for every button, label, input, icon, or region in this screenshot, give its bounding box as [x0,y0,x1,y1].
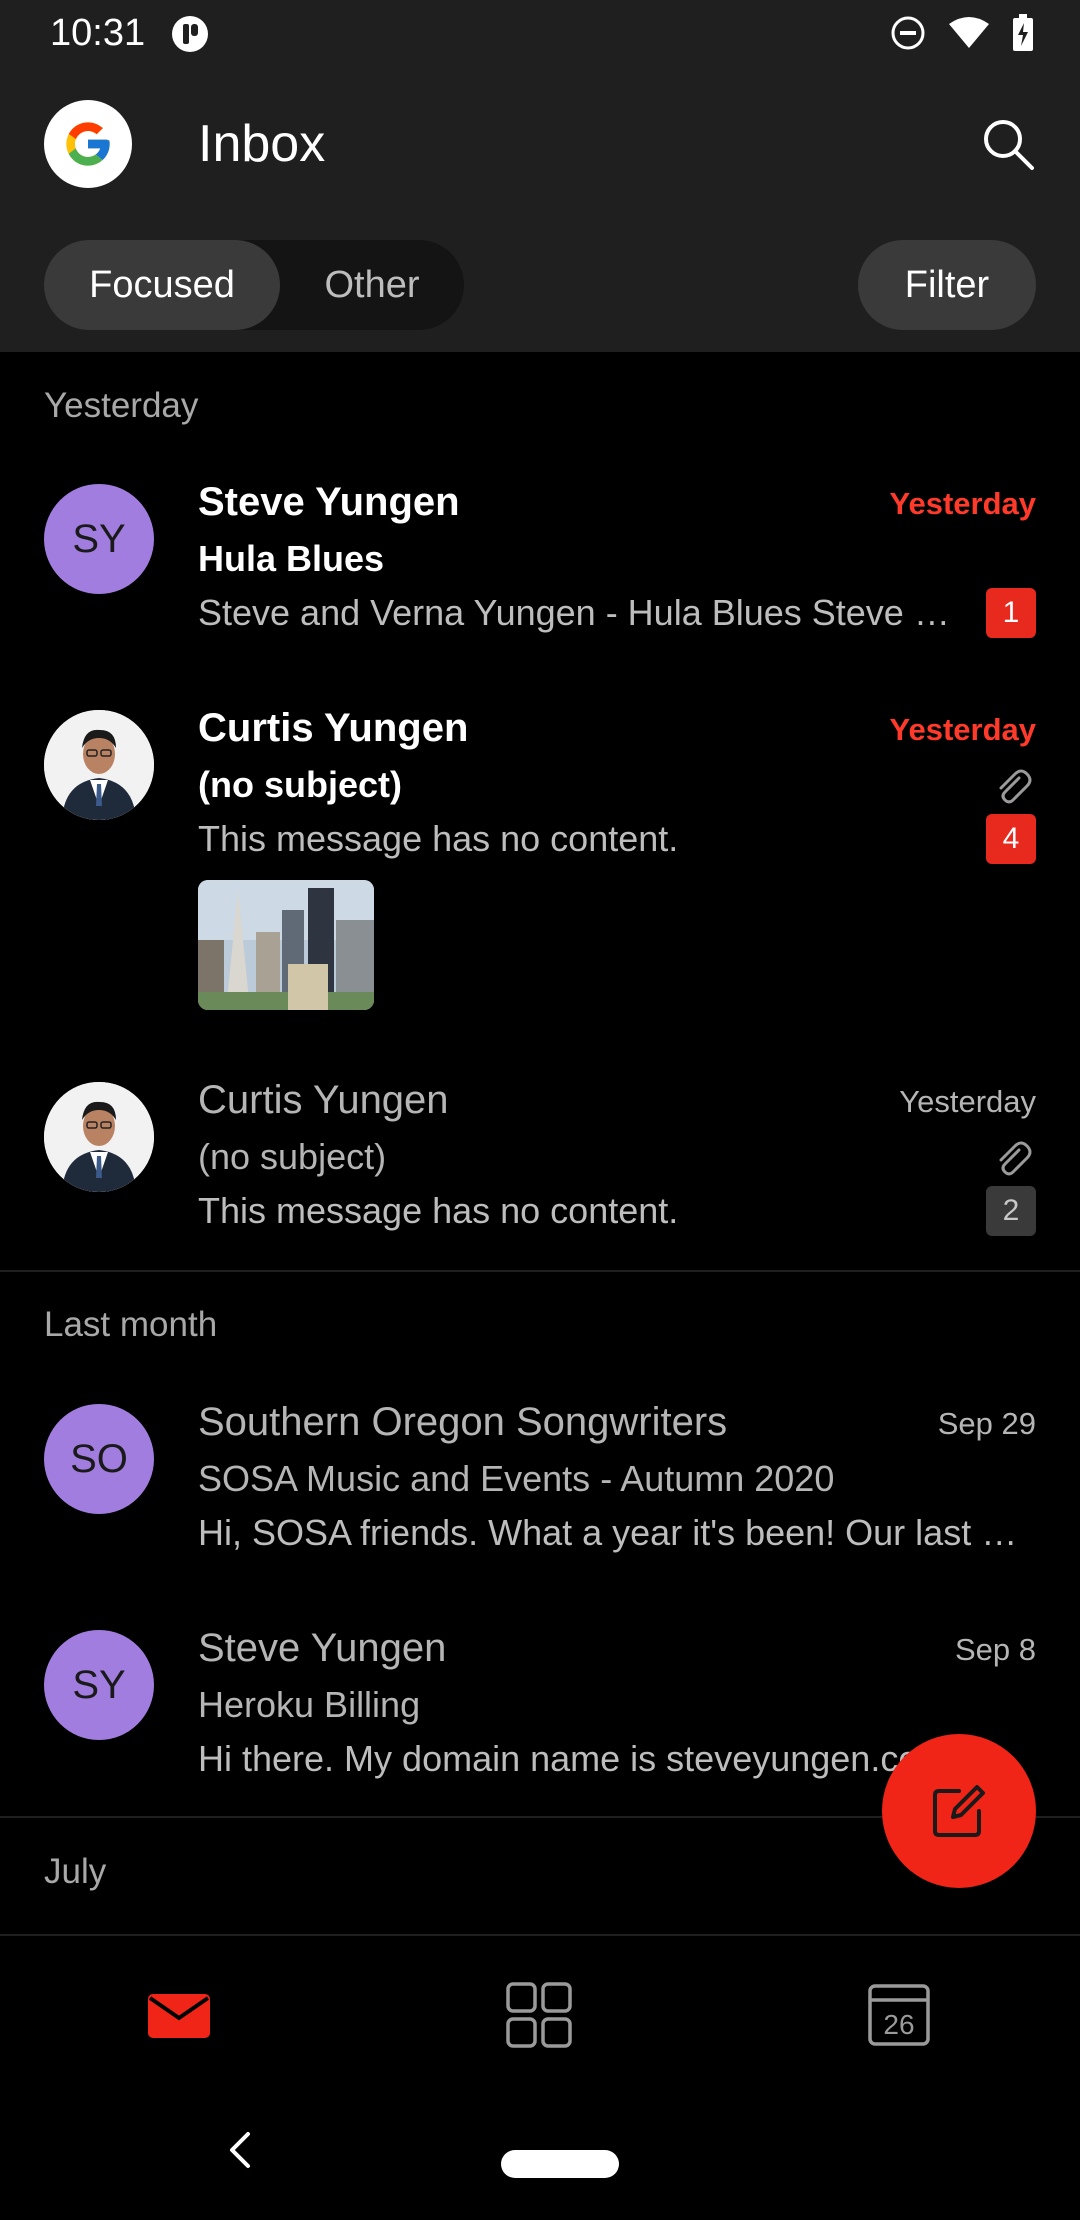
avatar: SY [44,1630,154,1740]
email-sender: Southern Oregon Songwriters [198,1400,728,1444]
tab-focused[interactable]: Focused [44,240,280,330]
section-divider [0,1270,1080,1272]
section-header-yesterday: Yesterday [44,386,199,425]
system-navigation-bar [0,2084,1080,2220]
account-button[interactable] [44,100,132,188]
dnd-icon [891,16,925,50]
calendar-day: 26 [883,2009,914,2040]
attachment-thumbnail[interactable] [198,880,374,1010]
email-date: Yesterday [889,486,1037,521]
email-subject: Hula Blues [198,538,385,579]
status-bar: 10:31 [0,0,1080,70]
wifi-icon [949,17,989,48]
email-subject: (no subject) [198,764,402,805]
email-preview: This message has no content. [198,1190,679,1231]
email-sender: Curtis Yungen [198,706,469,750]
email-sender: Steve Yungen [198,480,460,524]
compose-button[interactable] [882,1734,1036,1888]
email-subject: (no subject) [198,1136,387,1177]
notification-icon [172,16,208,52]
email-row[interactable]: Curtis Yungen (no subject) This message … [0,696,1080,1016]
thread-count-badge: 4 [986,814,1036,864]
status-icons [890,14,1034,52]
city-image [198,880,374,1010]
email-date: Yesterday [899,1084,1036,1119]
avatar: SO [44,1404,154,1514]
page-title: Inbox [198,115,326,173]
email-subject: SOSA Music and Events - Autumn 2020 [198,1458,835,1499]
thread-count-badge: 2 [986,1186,1036,1236]
email-subject: Heroku Billing [198,1684,421,1725]
email-preview: Steve and Verna Yungen - Hula Blues Stev… [198,592,950,633]
filter-button[interactable]: Filter [858,240,1036,330]
section-header-last-month: Last month [44,1305,218,1344]
inbox-tabs: Focused Other [44,240,464,330]
thread-count-badge: 1 [986,588,1036,638]
battery-icon [1013,14,1033,51]
status-time: 10:31 [50,12,146,54]
google-logo [66,122,110,166]
app-header: 10:31 Inbox Focused Other Filter [0,0,1080,352]
email-date: Sep 29 [937,1406,1036,1441]
back-icon[interactable] [222,2130,258,2170]
paperclip-icon [999,1141,1032,1176]
apps-grid-icon[interactable] [504,1980,574,2050]
email-sender: Curtis Yungen [198,1078,449,1122]
avatar [44,1082,154,1192]
avatar [44,710,154,820]
section-header-july: July [44,1852,107,1891]
email-preview: Hi, SOSA friends. What a year it's been!… [198,1512,1036,1553]
person-photo [44,710,154,820]
home-pill[interactable] [501,2150,619,2178]
email-date: Yesterday [889,712,1037,747]
paperclip-icon [999,769,1032,804]
mail-icon[interactable] [144,1980,214,2050]
email-preview: This message has no content. [198,818,679,859]
avatar: SY [44,484,154,594]
tab-other[interactable]: Other [280,240,464,330]
calendar-icon[interactable]: 26 [864,1980,934,2050]
email-row[interactable]: SY Steve Yungen Hula Blues Steve and Ver… [0,470,1080,660]
bottom-navigation: 26 [0,1934,1080,2084]
person-photo [44,1082,154,1192]
email-row[interactable]: Curtis Yungen (no subject) This message … [0,1068,1080,1258]
email-row[interactable]: SO Southern Oregon Songwriters SOSA Musi… [0,1390,1080,1580]
search-icon[interactable] [978,114,1038,174]
email-date: Sep 8 [954,1632,1036,1667]
compose-icon [933,1785,985,1837]
email-sender: Steve Yungen [198,1626,447,1670]
